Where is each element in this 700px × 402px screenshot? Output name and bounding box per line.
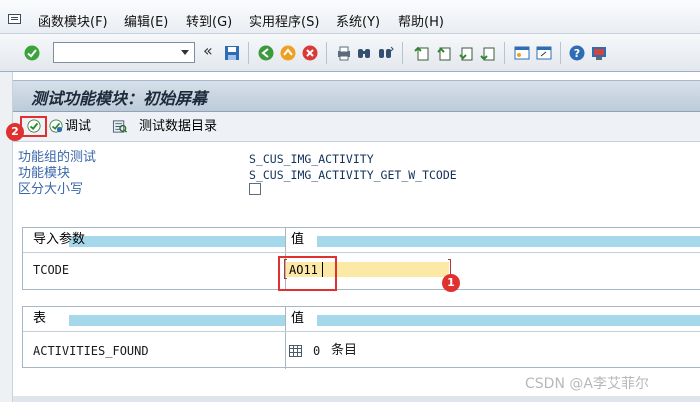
case-sensitive-checkbox[interactable] — [249, 183, 261, 195]
standard-toolbar: « ? — [0, 34, 700, 72]
function-group-value: S_CUS_IMG_ACTIVITY — [249, 152, 374, 166]
test-data-directory-icon — [112, 120, 128, 133]
enter-icon[interactable] — [24, 45, 40, 61]
menu-bar: 函数模块(F) 编辑(E) 转到(G) 实用程序(S) 系统(Y) 帮助(H) — [0, 0, 700, 34]
last-page-icon[interactable] — [480, 45, 496, 61]
entry-count: 0 — [313, 344, 321, 358]
row-divider — [23, 252, 700, 253]
import-parameters-table: 导入参数 值 TCODE — [22, 227, 700, 291]
toolbar-separator — [504, 42, 505, 64]
execute-highlight-box — [20, 116, 47, 137]
row-divider — [23, 331, 700, 332]
table-column-header: 表 — [33, 311, 47, 326]
watermark: CSDN @A李艾菲尔 — [525, 376, 649, 392]
new-session-icon[interactable] — [514, 45, 530, 61]
print-icon[interactable] — [336, 45, 352, 61]
header-band — [69, 236, 285, 247]
entry-unit: 条目 — [331, 343, 358, 358]
toolbar-separator — [560, 42, 561, 64]
debug-icon — [49, 119, 63, 133]
first-page-icon[interactable] — [414, 45, 430, 61]
toolbar-separator — [326, 42, 327, 64]
find-icon[interactable] — [356, 45, 372, 61]
import-table-header: 导入参数 值 — [23, 228, 700, 252]
debug-label: 调试 — [65, 119, 92, 134]
function-module-label: 功能模块 — [18, 166, 71, 181]
table-contents-icon[interactable] — [289, 345, 302, 357]
test-data-directory-label: 测试数据目录 — [139, 119, 218, 134]
toolbar-separator — [402, 42, 403, 64]
shortcut-icon[interactable] — [536, 45, 552, 61]
collapse-icon[interactable]: « — [203, 43, 219, 59]
table-name-activities-found: ACTIVITIES_FOUND — [33, 344, 149, 358]
annotation-marker-1: 1 — [442, 274, 460, 292]
previous-page-icon[interactable] — [436, 45, 452, 61]
toolbar-separator — [248, 42, 249, 64]
save-icon[interactable] — [224, 45, 240, 61]
svg-text:?: ? — [574, 47, 580, 60]
param-name-tcode: TCODE — [33, 263, 70, 277]
menu-goto[interactable]: 转到(G) — [186, 14, 232, 32]
back-icon[interactable] — [258, 45, 274, 61]
tables-table-header: 表 值 — [23, 307, 700, 331]
title-bar: 测试功能模块：初始屏幕 — [13, 80, 700, 112]
annotation-marker-2: 2 — [6, 123, 24, 141]
header-band — [69, 315, 285, 326]
import-param-column-header: 导入参数 — [33, 232, 86, 247]
function-module-value: S_CUS_IMG_ACTIVITY_GET_W_TCODE — [249, 168, 457, 182]
function-group-label: 功能组的测试 — [18, 150, 97, 165]
header-band — [317, 236, 700, 247]
application-toolbar: 调试 测试数据目录 — [13, 112, 700, 142]
command-field[interactable] — [53, 42, 195, 63]
menu-utilities[interactable]: 实用程序(S) — [249, 14, 319, 32]
find-next-icon[interactable] — [378, 45, 394, 61]
cancel-icon[interactable] — [302, 45, 318, 61]
help-icon[interactable]: ? — [569, 45, 585, 61]
menu-help[interactable]: 帮助(H) — [398, 14, 444, 32]
next-page-icon[interactable] — [458, 45, 474, 61]
system-menu-icon[interactable] — [8, 14, 21, 24]
tcode-highlight-box — [278, 256, 337, 291]
menu-function-module[interactable]: 函数模块(F) — [38, 14, 108, 32]
tables-table: 表 值 ACTIVITIES_FOUND 0 条目 — [22, 306, 700, 369]
menu-system[interactable]: 系统(Y) — [336, 14, 380, 32]
header-band — [317, 315, 700, 326]
column-divider — [285, 307, 286, 369]
page-title: 测试功能模块：初始屏幕 — [31, 89, 208, 108]
exit-icon[interactable] — [280, 45, 296, 61]
menu-edit[interactable]: 编辑(E) — [124, 14, 168, 32]
dropdown-icon[interactable] — [176, 43, 194, 62]
left-rail — [0, 72, 13, 402]
bottom-strip — [13, 396, 700, 402]
case-sensitive-label: 区分大小写 — [18, 182, 84, 197]
customize-layout-icon[interactable] — [591, 45, 607, 61]
